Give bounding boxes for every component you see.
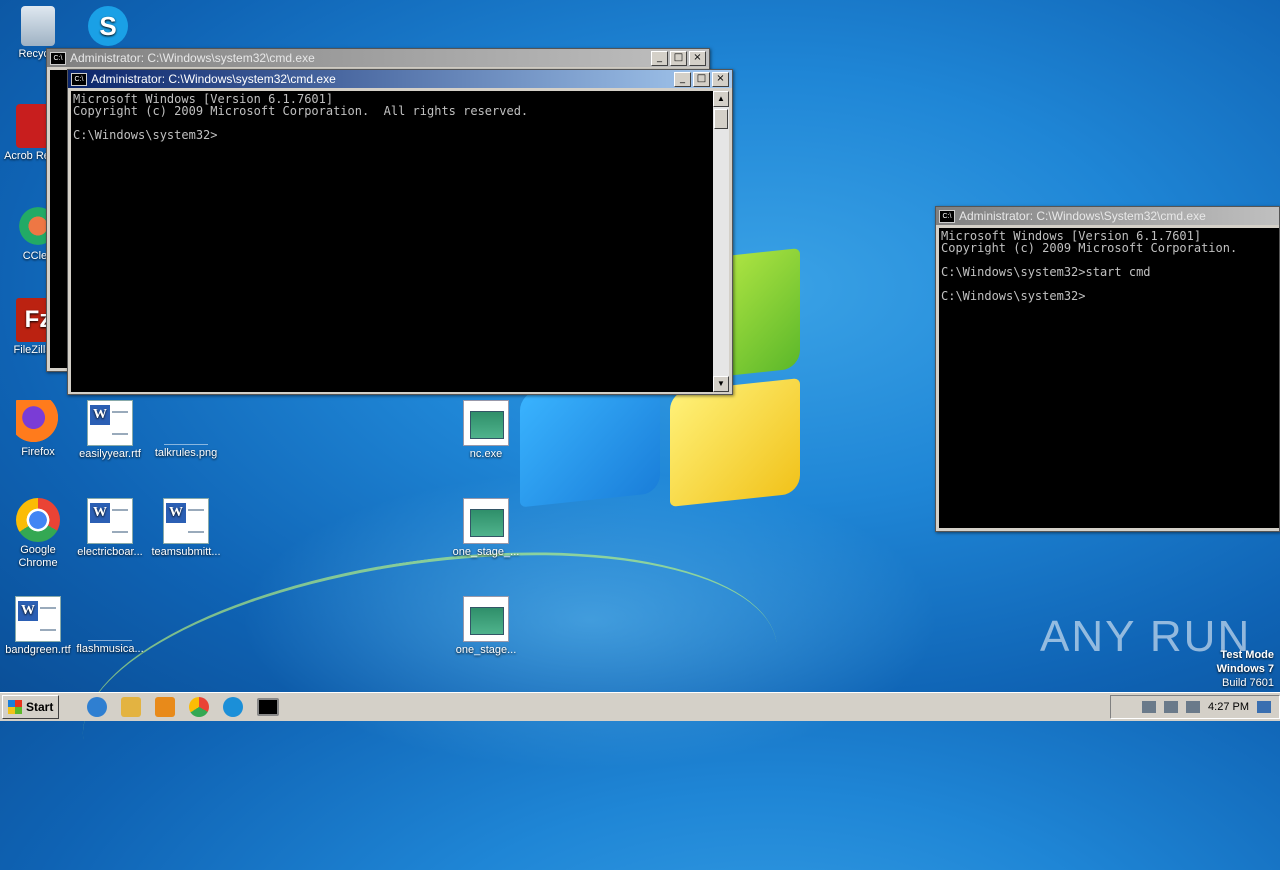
cmd-icon: C:\: [50, 51, 66, 65]
close-button[interactable]: ×: [689, 50, 706, 66]
nc-exe-icon[interactable]: nc.exe: [448, 400, 524, 461]
cmd-taskbar-icon[interactable]: [257, 698, 280, 716]
clock[interactable]: 4:27 PM: [1208, 701, 1249, 713]
start-button[interactable]: Start: [2, 695, 60, 719]
bandgreen-icon[interactable]: bandgreen.rtf: [0, 596, 76, 657]
taskbar: Start 4:27 PM: [0, 692, 1280, 721]
windows-flag-icon: [8, 700, 22, 714]
scroll-thumb[interactable]: [714, 109, 728, 129]
volume-icon[interactable]: [1142, 701, 1157, 713]
minimize-button[interactable]: _: [674, 71, 691, 87]
system-tray: 4:27 PM: [1110, 695, 1280, 719]
scroll-up-icon[interactable]: ▲: [713, 91, 729, 107]
scroll-down-icon[interactable]: ▼: [713, 376, 729, 392]
cmd-right-console[interactable]: Microsoft Windows [Version 6.1.7601] Cop…: [939, 228, 1279, 528]
cmd-window-front-titlebar[interactable]: C:\ Administrator: C:\Windows\system32\c…: [68, 70, 732, 88]
cmd-window-right-titlebar[interactable]: C:\ Administrator: C:\Windows\System32\c…: [936, 207, 1279, 225]
minimize-button[interactable]: _: [651, 50, 668, 66]
skype-icon[interactable]: S: [70, 6, 146, 48]
electricboar-icon[interactable]: electricboar...: [72, 498, 148, 559]
firefox-icon[interactable]: Firefox: [0, 400, 76, 459]
maximize-button[interactable]: □: [670, 50, 687, 66]
edge-icon[interactable]: [223, 697, 244, 717]
cmd-icon: C:\: [939, 209, 955, 223]
cmd-front-scrollbar[interactable]: ▲ ▼: [713, 91, 729, 392]
maximize-button[interactable]: □: [693, 71, 710, 87]
one-stage-2-icon[interactable]: one_stage...: [448, 596, 524, 657]
one-stage-1-icon[interactable]: one_stage_...: [448, 498, 524, 559]
media-player-icon[interactable]: [155, 697, 176, 717]
close-button[interactable]: ×: [712, 71, 729, 87]
flashmusica-icon[interactable]: flashmusica...: [72, 596, 148, 656]
google-chrome-icon[interactable]: Google Chrome: [0, 498, 76, 570]
teamsubmitt-icon[interactable]: teamsubmitt...: [148, 498, 224, 559]
talkrules-icon[interactable]: talkrules.png: [148, 400, 224, 460]
flag-icon[interactable]: [1186, 701, 1201, 713]
easilyyear-icon[interactable]: easilyyear.rtf: [72, 400, 148, 461]
cmd-front-console[interactable]: Microsoft Windows [Version 6.1.7601] Cop…: [71, 91, 715, 392]
internet-explorer-icon[interactable]: [87, 697, 108, 717]
test-mode-notice: Test Mode Windows 7 Build 7601: [1216, 649, 1274, 689]
cmd-window-right[interactable]: C:\ Administrator: C:\Windows\System32\c…: [935, 206, 1280, 532]
network-icon[interactable]: [1164, 701, 1179, 713]
show-desktop-icon[interactable]: [1257, 701, 1271, 713]
cmd-window-back-titlebar[interactable]: C:\ Administrator: C:\Windows\system32\c…: [47, 49, 709, 67]
cmd-window-front[interactable]: C:\ Administrator: C:\Windows\system32\c…: [67, 69, 733, 395]
explorer-folder-icon[interactable]: [121, 697, 142, 717]
cmd-icon: C:\: [71, 72, 87, 86]
chrome-taskbar-icon[interactable]: [189, 697, 210, 717]
